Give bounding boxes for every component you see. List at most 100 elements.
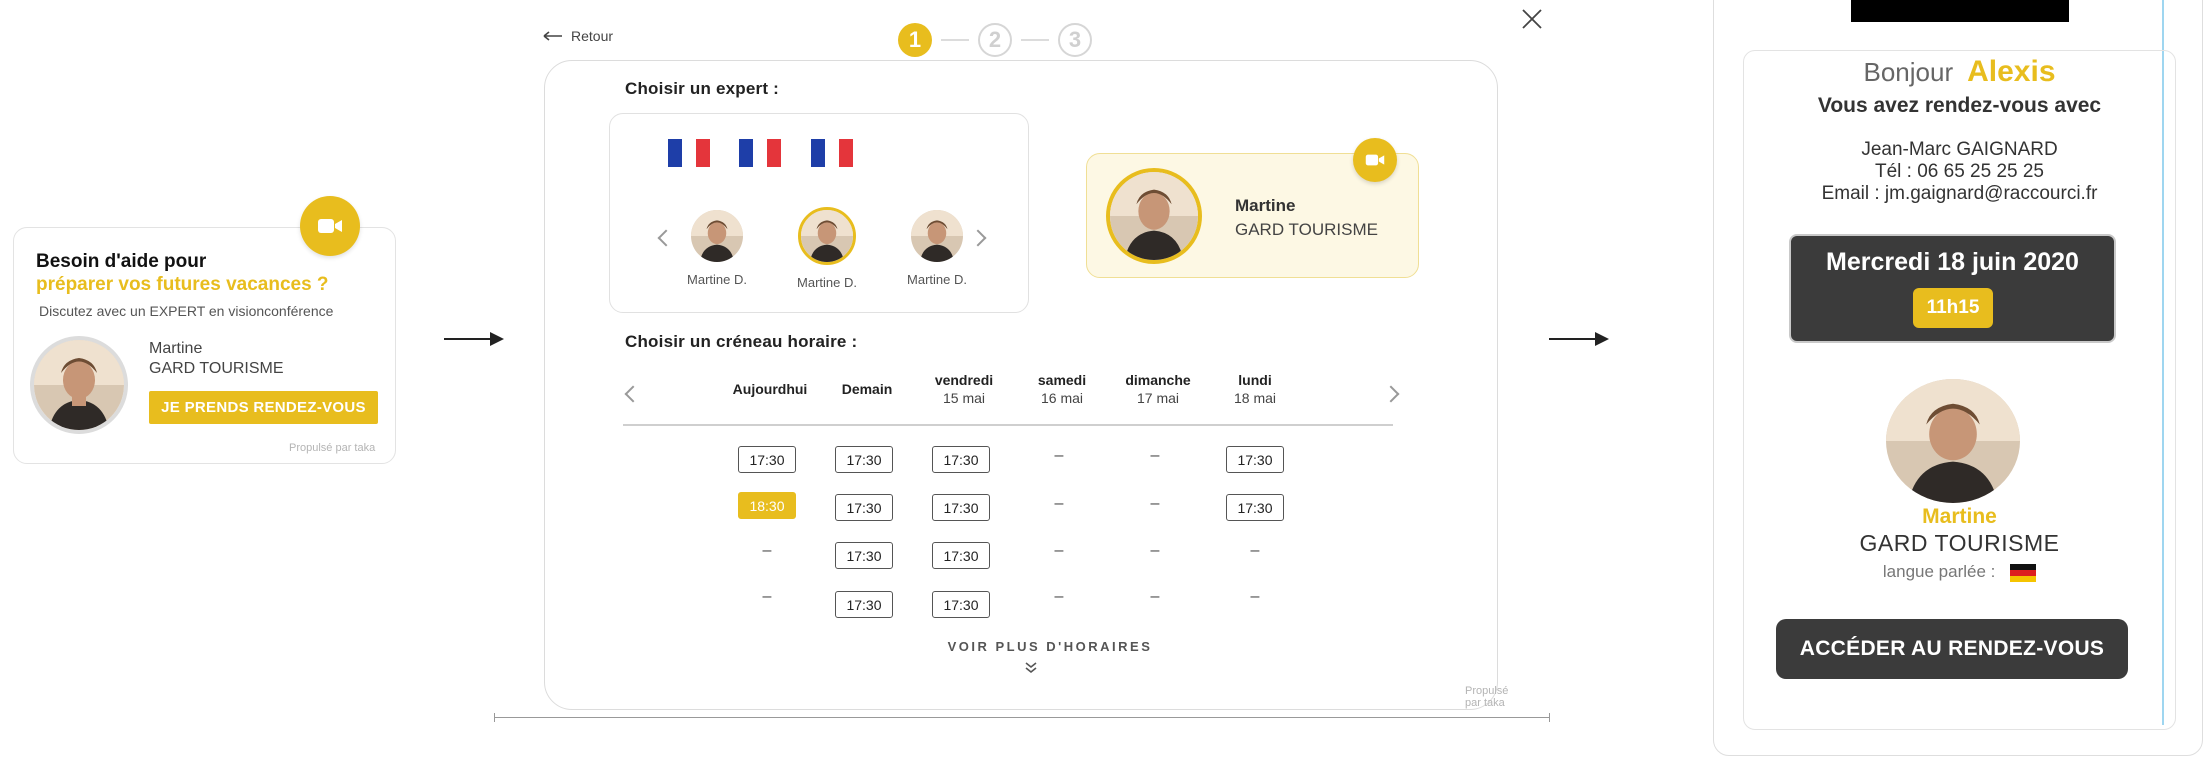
confirm-expert-org: GARD TOURISME — [1859, 530, 2060, 556]
appointment-date: Mercredi 18 juin 2020 — [1826, 248, 2079, 276]
greeting: Bonjour Alexis — [1743, 55, 2176, 89]
powered-by: Propulsé par taka — [289, 442, 376, 454]
no-slot: – — [1150, 447, 1160, 464]
day-name: Aujourdhui — [732, 381, 808, 397]
no-slot: – — [762, 588, 772, 605]
day-header: vendredi 15 mai — [914, 372, 1014, 406]
flag-fr-icon — [668, 139, 710, 167]
expert-name: Martine — [149, 340, 203, 357]
appointment-time: 11h15 — [1913, 288, 1993, 328]
expert-avatar — [1886, 379, 2020, 503]
expert-org: GARD TOURISME — [149, 360, 284, 377]
width-guide-line — [494, 713, 1550, 722]
no-slot: – — [1054, 542, 1064, 559]
language-row: langue parlée : — [1743, 562, 2176, 582]
expert-option[interactable]: Martine D. — [887, 210, 987, 287]
step-connector — [941, 39, 969, 41]
no-slot: – — [1150, 588, 1160, 605]
widget-title-line1: Besoin d'aide pour — [36, 251, 207, 272]
flow-arrow-1 — [444, 332, 504, 346]
video-camera-icon — [1353, 138, 1397, 182]
no-slot: – — [1054, 447, 1064, 464]
arrow-left-icon — [543, 31, 562, 41]
user-name: Alexis — [1967, 55, 2056, 88]
join-appointment-button[interactable]: ACCÉDER AU RENDEZ-VOUS — [1776, 619, 2128, 679]
time-slot[interactable]: 17:30 — [835, 446, 893, 473]
time-slot[interactable]: 17:30 — [738, 446, 796, 473]
step-3[interactable]: 3 — [1058, 23, 1092, 57]
language-label: langue parlée : — [1882, 562, 1996, 581]
day-name: samedi — [1037, 372, 1087, 388]
expert-option-selected[interactable]: Martine D. — [777, 207, 877, 290]
greeting-text: Bonjour — [1863, 57, 1954, 87]
rdv-text: Vous avez rendez-vous avec — [1817, 94, 2102, 117]
header-bar — [1851, 0, 2069, 22]
no-slot: – — [1054, 495, 1064, 512]
selected-expert-card: Martine GARD TOURISME — [1086, 138, 1419, 278]
day-header: Demain — [817, 381, 917, 399]
day-date: 16 mai — [1040, 390, 1084, 406]
no-slot: – — [762, 542, 772, 559]
flag-fr-icon — [811, 139, 853, 167]
widget-subtitle: Discutez avec un EXPERT en visionconfére… — [39, 303, 334, 319]
chevron-right-icon[interactable] — [1382, 385, 1400, 403]
step-2[interactable]: 2 — [978, 23, 1012, 57]
time-slot[interactable]: 17:30 — [835, 591, 893, 618]
flow-arrow-2 — [1549, 332, 1609, 346]
contact-name: Jean-Marc GAIGNARD — [1861, 139, 2058, 160]
canvas: Besoin d'aide pour préparer vos futures … — [0, 0, 2207, 760]
day-name: vendredi — [934, 372, 994, 388]
expert-option[interactable]: Martine D. — [667, 210, 767, 287]
no-slot: – — [1054, 588, 1064, 605]
selected-expert-name: Martine — [1235, 196, 1296, 215]
time-slot[interactable]: 17:30 — [932, 446, 990, 473]
booking-panel: Choisir un expert : Martine D. Martine D… — [544, 60, 1508, 710]
time-slot-selected[interactable]: 18:30 — [738, 492, 796, 519]
time-slot[interactable]: 17:30 — [932, 494, 990, 521]
back-label: Retour — [571, 28, 614, 44]
time-slot[interactable]: 17:30 — [1226, 446, 1284, 473]
contact-email: Email : jm.gaignard@raccourci.fr — [1821, 183, 2098, 204]
selected-expert-avatar — [1106, 168, 1202, 264]
show-more-slots-link[interactable]: VOIR PLUS D'HORAIRES — [925, 639, 1175, 654]
step-1[interactable]: 1 — [898, 23, 932, 57]
no-slot: – — [1250, 542, 1260, 559]
time-slot[interactable]: 17:30 — [835, 542, 893, 569]
expert-avatar — [30, 336, 128, 434]
expert-avatar — [691, 210, 743, 262]
flag-fr-icon — [739, 139, 781, 167]
no-slot: – — [1150, 542, 1160, 559]
day-header: samedi 16 mai — [1012, 372, 1112, 406]
time-slot[interactable]: 17:30 — [1226, 494, 1284, 521]
step-connector — [1021, 39, 1049, 41]
powered-by: Propulsé par taka — [1465, 685, 1509, 709]
close-icon[interactable] — [1520, 7, 1544, 31]
selected-expert-org: GARD TOURISME — [1235, 220, 1378, 239]
time-slot[interactable]: 17:30 — [932, 542, 990, 569]
back-link[interactable]: Retour — [543, 28, 613, 44]
double-chevron-down-icon[interactable] — [1024, 661, 1038, 675]
day-name: lundi — [1238, 372, 1272, 388]
day-header: Aujourdhui — [720, 381, 820, 399]
no-slot: – — [1150, 495, 1160, 512]
slot-section-title: Choisir un créneau horaire : — [625, 332, 858, 351]
expert-avatar — [798, 207, 856, 265]
no-slot: – — [1250, 588, 1260, 605]
help-widget: Besoin d'aide pour préparer vos futures … — [13, 196, 396, 464]
day-header: dimanche 17 mai — [1108, 372, 1208, 406]
widget-title-line2: préparer vos futures vacances ? — [36, 274, 329, 295]
video-camera-icon[interactable] — [300, 196, 360, 256]
days-divider — [623, 424, 1393, 426]
day-header: lundi 18 mai — [1205, 372, 1305, 406]
chevron-left-icon[interactable] — [624, 385, 642, 403]
expert-option-label: Martine D. — [907, 272, 967, 287]
day-date: 18 mai — [1233, 390, 1277, 406]
book-appointment-button[interactable]: JE PRENDS RENDEZ-VOUS — [149, 391, 378, 424]
expert-option-label: Martine D. — [797, 275, 857, 290]
expert-option-label: Martine D. — [687, 272, 747, 287]
time-slot[interactable]: 17:30 — [835, 494, 893, 521]
day-name: Demain — [841, 381, 893, 397]
time-slot[interactable]: 17:30 — [932, 591, 990, 618]
appointment-date-box: Mercredi 18 juin 2020 11h15 — [1789, 234, 2116, 343]
day-date: 17 mai — [1136, 390, 1180, 406]
